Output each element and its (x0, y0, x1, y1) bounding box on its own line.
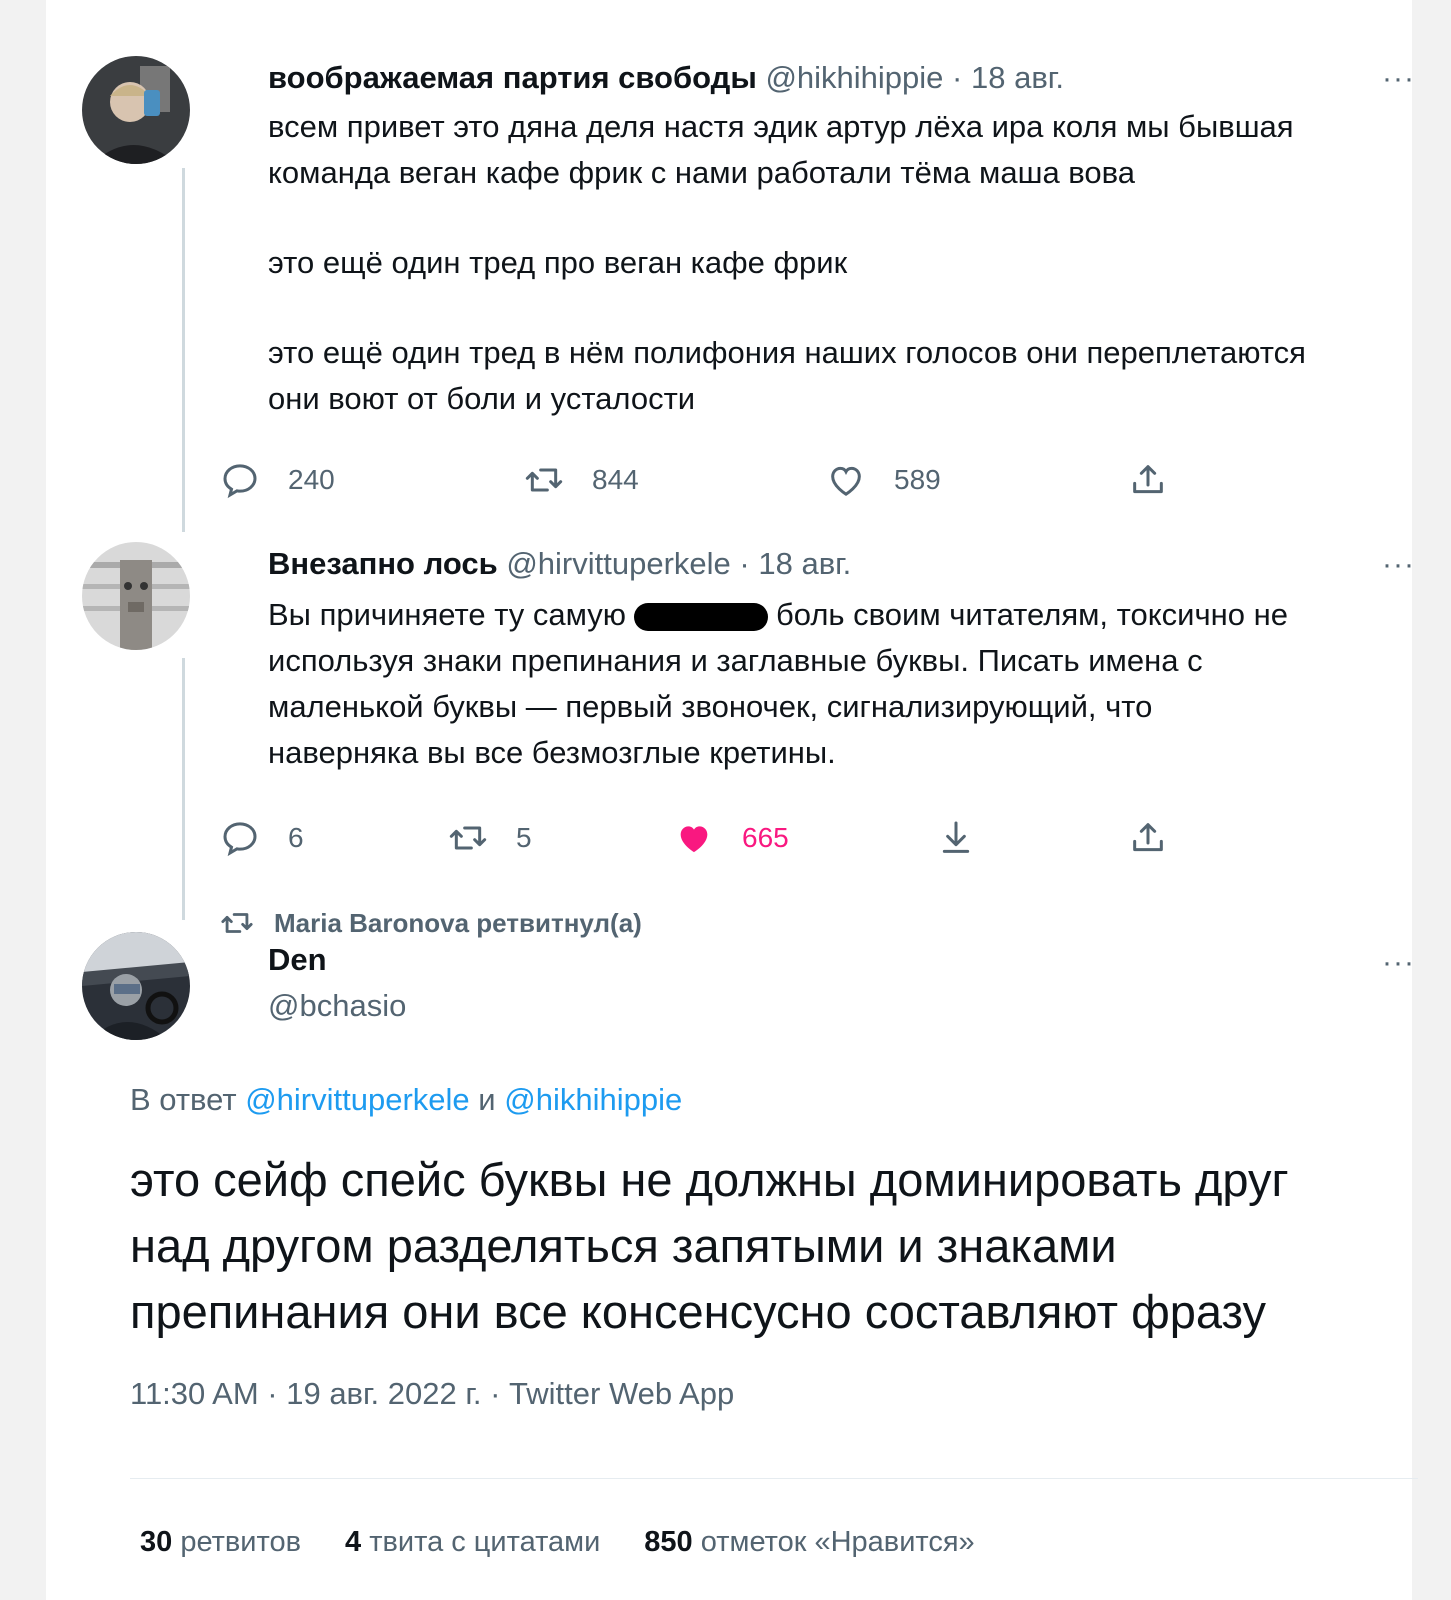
handle[interactable]: @hirvittuperkele (506, 546, 730, 581)
thread-connector (182, 658, 185, 920)
like-count: 665 (742, 822, 789, 853)
reply-to-and: и (478, 1082, 496, 1117)
engagement-stats: 30 ретвитов 4 твита с цитатами 850 отмет… (140, 1526, 1019, 1559)
tweet-text-line: используя знаки препинания и заглавные б… (268, 643, 1203, 678)
share-icon (1128, 818, 1168, 858)
like-icon (674, 818, 714, 858)
tweet-timestamp[interactable]: 11:30 AM · 19 авг. 2022 г. · Twitter Web… (130, 1376, 734, 1412)
likes-stat[interactable]: 850 отметок «Нравится» (644, 1526, 974, 1559)
retweet-icon (448, 818, 488, 858)
reply-to-prefix: В ответ (130, 1082, 237, 1117)
display-name[interactable]: воображаемая партия свободы (268, 60, 757, 95)
retweets-label: ретвитов (180, 1526, 302, 1558)
reply-count: 240 (288, 464, 335, 495)
display-name[interactable]: Den (268, 942, 327, 978)
share-button[interactable] (1128, 460, 1168, 500)
tweet-text-line: наверняка вы все безмозглые кретины. (268, 735, 836, 770)
reply-button[interactable]: 240 (220, 460, 335, 500)
display-name-text[interactable]: Den (268, 942, 327, 977)
like-button-active[interactable]: 665 (674, 818, 789, 858)
tweet-text-line: команда веган кафе фрик с нами работали … (268, 155, 1136, 190)
main-tweet-text-line: это сейф спейс буквы не должны доминиров… (130, 1153, 1289, 1206)
separator-dot: · (952, 60, 963, 95)
reply-button[interactable]: 6 (220, 818, 304, 858)
retweet-button[interactable]: 5 (448, 818, 532, 858)
avatar[interactable] (82, 932, 190, 1040)
handle[interactable]: @bchasio (268, 988, 406, 1023)
mention-link[interactable]: @hikhihippie (504, 1082, 682, 1117)
like-icon (826, 460, 866, 500)
tweet-date[interactable]: 18 авг. (758, 546, 851, 581)
retweet-count: 844 (592, 464, 639, 495)
divider (130, 1478, 1418, 1479)
download-icon (936, 818, 976, 858)
reply-icon (220, 460, 260, 500)
quotes-stat[interactable]: 4 твита с цитатами (345, 1526, 600, 1559)
main-tweet-text-line: препинания они все консенсусно составляю… (130, 1285, 1267, 1338)
tweet-text-line: это ещё один тред про веган кафе фрик (268, 245, 848, 280)
tweet-text-line: они воют от боли и усталости (268, 381, 696, 416)
tweet-text-fragment: боль своим читателям, токсично не (776, 597, 1288, 632)
tweet-text-line: Вы причиняете ту самую боль своим читател… (268, 592, 1288, 638)
retweeted-by-label[interactable]: Maria Baronova ретвитнул(а) (274, 908, 642, 939)
separator-dot: · (739, 546, 750, 581)
avatar[interactable] (82, 56, 190, 164)
tweet-header: Внезапно лось @hirvittuperkele · 18 авг. (268, 546, 851, 582)
retweets-count: 30 (140, 1526, 173, 1558)
more-icon[interactable]: ··· (1382, 62, 1415, 96)
likes-count: 850 (644, 1526, 693, 1558)
share-icon (1128, 460, 1168, 500)
tweet-date[interactable]: 18 авг. (971, 60, 1064, 95)
retweet-icon (524, 460, 564, 500)
quotes-count: 4 (345, 1526, 362, 1558)
download-button[interactable] (936, 818, 976, 858)
more-icon[interactable]: ··· (1382, 946, 1415, 980)
thread-connector (182, 168, 185, 532)
reply-count: 6 (288, 822, 304, 853)
retweet-banner: Maria Baronova ретвитнул(а) (220, 906, 642, 940)
share-button[interactable] (1128, 818, 1168, 858)
display-name[interactable]: Внезапно лось (268, 546, 498, 581)
retweet-button[interactable]: 844 (524, 460, 639, 500)
tweet-thread-card: воображаемая партия свободы @hikhihippie… (46, 0, 1418, 1600)
tweet-text-line: всем привет это дяна деля настя эдик арт… (268, 109, 1294, 144)
handle[interactable]: @hikhihippie (765, 60, 943, 95)
reply-icon (220, 818, 260, 858)
quotes-label: твита с цитатами (369, 1526, 601, 1558)
main-tweet-text-line: над другом разделяться запятыми и знакам… (130, 1219, 1117, 1272)
mention-link[interactable]: @hirvittuperkele (245, 1082, 469, 1117)
retweet-icon (220, 906, 254, 940)
like-button[interactable]: 589 (826, 460, 941, 500)
likes-label: отметок «Нравится» (700, 1526, 975, 1558)
tweet-text-fragment: Вы причиняете ту самую (268, 597, 627, 632)
tweet-text-line: это ещё один тред в нём полифония наших … (268, 335, 1306, 370)
avatar[interactable] (82, 542, 190, 650)
tweet-header: воображаемая партия свободы @hikhihippie… (268, 60, 1064, 96)
tweet-text-line: маленькой буквы — первый звоночек, сигна… (268, 689, 1153, 724)
handle-line[interactable]: @bchasio (268, 988, 406, 1024)
more-icon[interactable]: ··· (1382, 548, 1415, 582)
retweets-stat[interactable]: 30 ретвитов (140, 1526, 301, 1559)
reply-context: В ответ @hirvittuperkele и @hikhihippie (130, 1082, 682, 1118)
redaction-bar (634, 602, 769, 631)
retweet-count: 5 (516, 822, 532, 853)
like-count: 589 (894, 464, 941, 495)
